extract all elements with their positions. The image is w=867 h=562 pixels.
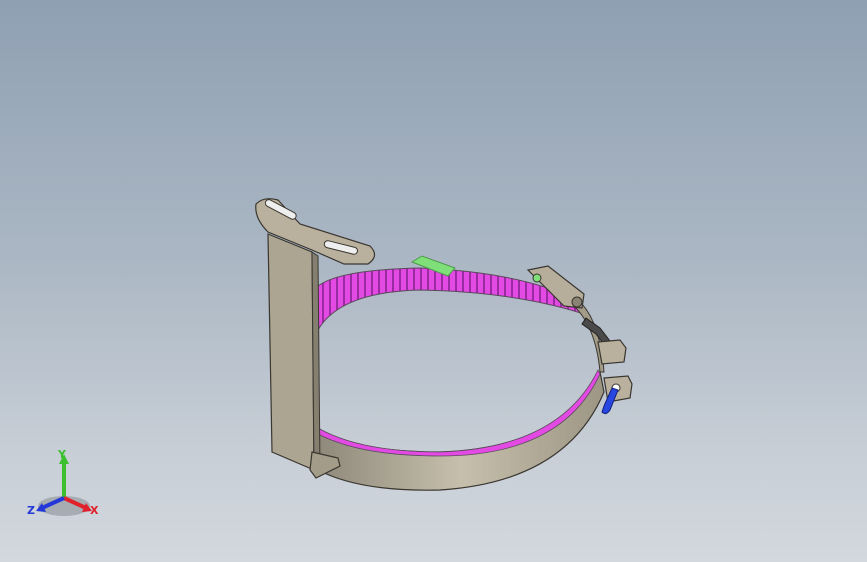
bracket-plate[interactable] [267,233,315,471]
coordinate-triad: Y X Z [24,446,114,526]
x-axis-label: X [90,504,99,517]
hinge-pin [532,273,542,283]
bracket-plate-edge [311,251,321,471]
clamp-model[interactable] [0,0,867,562]
tension-block-upper[interactable] [597,339,627,365]
hinge-bolt-head [571,296,583,308]
y-axis-label: Y [58,448,66,461]
z-axis-label: Z [27,504,35,517]
graphics-viewport[interactable]: Y X Z [0,0,867,562]
outer-band-front [317,370,605,491]
